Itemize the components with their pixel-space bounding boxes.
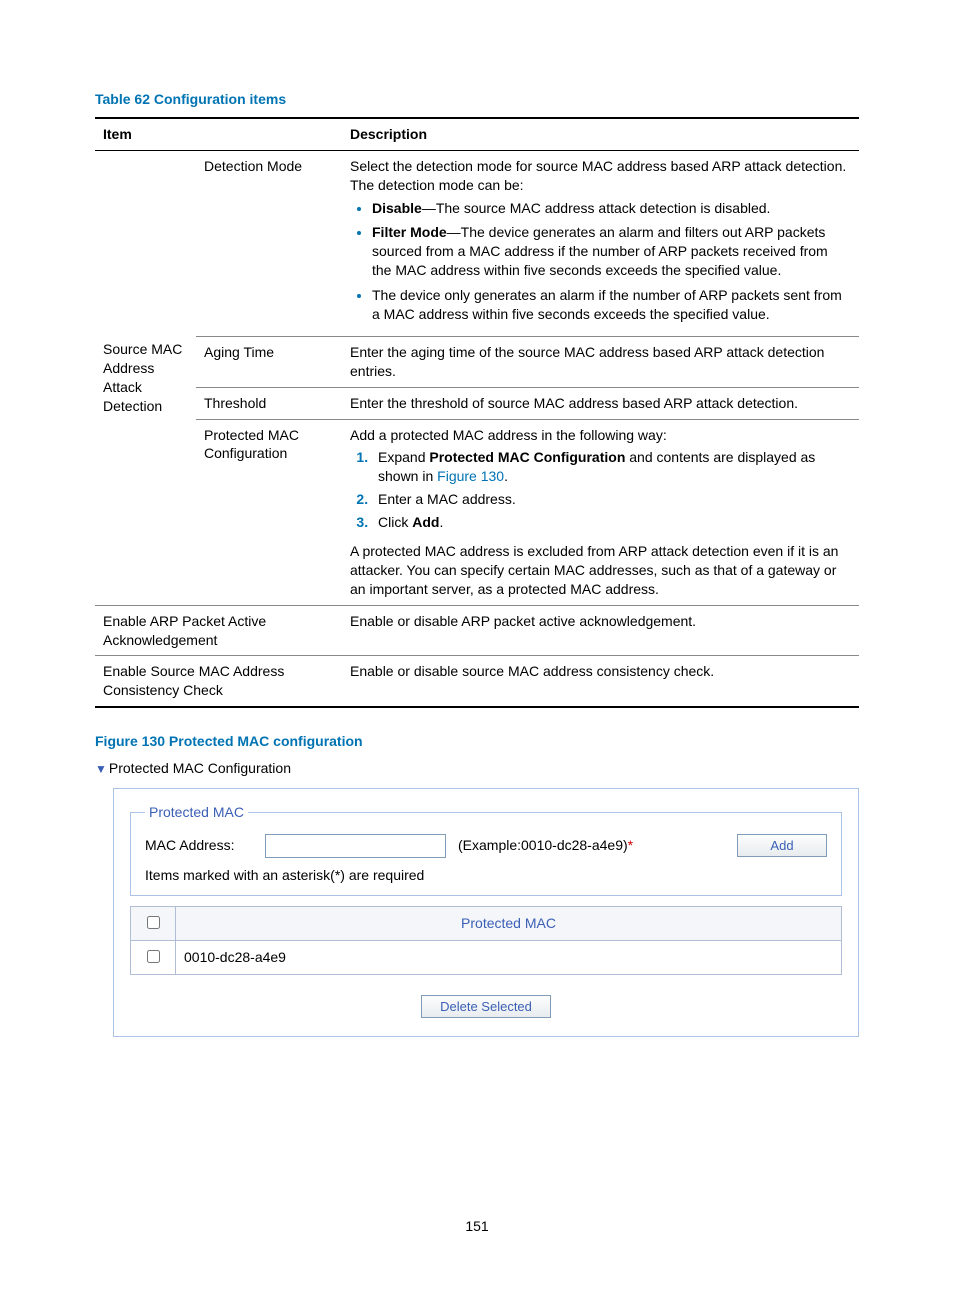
item-enable-ack: Enable ARP Packet Active Acknowledgement [95,605,342,656]
outer-panel: Protected MAC MAC Address: (Example:0010… [113,788,859,1037]
protected-intro: Add a protected MAC address in the follo… [350,426,851,445]
panel-header-label: Protected MAC Configuration [109,760,291,776]
header-description: Description [342,118,859,150]
detection-mode-intro: Select the detection mode for source MAC… [350,157,851,195]
row-mac-value: 0010-dc28-a4e9 [176,940,842,974]
header-item: Item [95,118,342,150]
desc-enable-ack: Enable or disable ARP packet active ackn… [342,605,859,656]
desc-aging-time: Enter the aging time of the source MAC a… [342,336,859,387]
item-threshold: Threshold [196,387,342,419]
detection-mode-bullet-disable: Disable—The source MAC address attack de… [372,199,851,218]
table-title: Table 62 Configuration items [95,90,859,109]
mac-address-input[interactable] [265,834,446,858]
detection-mode-bullet-alarm: The device only generates an alarm if th… [372,286,851,324]
select-all-header[interactable] [131,906,176,940]
item-aging-time: Aging Time [196,336,342,387]
page-number: 151 [95,1217,859,1236]
item-detection-mode: Detection Mode [196,150,342,336]
item-enable-consistency: Enable Source MAC Address Consistency Ch… [95,656,342,707]
panel-expand-header[interactable]: ▼Protected MAC Configuration [95,759,859,778]
protected-mac-table: Protected MAC 0010-dc28-a4e9 [130,906,842,975]
protected-step-1: Expand Protected MAC Configuration and c… [372,448,851,486]
configuration-table: Item Description Source MAC Address Atta… [95,117,859,708]
row-checkbox[interactable] [147,950,160,963]
chevron-down-icon: ▼ [95,761,107,777]
protected-mac-column-header: Protected MAC [176,906,842,940]
item-protected-mac: Protected MAC Configuration [196,419,342,605]
table-row: 0010-dc28-a4e9 [131,940,842,974]
figure-link[interactable]: Figure 130 [437,468,504,484]
fieldset-legend: Protected MAC [145,803,248,822]
protected-step-3: Click Add. [372,513,851,532]
delete-selected-button[interactable]: Delete Selected [421,995,551,1018]
group-source-mac: Source MAC Address Attack Detection [95,150,196,605]
protected-post: A protected MAC address is excluded from… [350,542,851,599]
detection-mode-bullet-filter: Filter Mode—The device generates an alar… [372,223,851,280]
mac-example: (Example:0010-dc28-a4e9)* [458,836,633,855]
add-button[interactable]: Add [737,834,827,857]
desc-protected-mac: Add a protected MAC address in the follo… [342,419,859,605]
protected-step-2: Enter a MAC address. [372,490,851,509]
desc-detection-mode: Select the detection mode for source MAC… [342,150,859,336]
select-all-checkbox[interactable] [147,916,160,929]
mac-address-label: MAC Address: [145,836,255,855]
protected-mac-fieldset: Protected MAC MAC Address: (Example:0010… [130,803,842,896]
figure-title: Figure 130 Protected MAC configuration [95,732,859,751]
desc-threshold: Enter the threshold of source MAC addres… [342,387,859,419]
desc-enable-consistency: Enable or disable source MAC address con… [342,656,859,707]
required-note: Items marked with an asterisk(*) are req… [145,866,827,885]
